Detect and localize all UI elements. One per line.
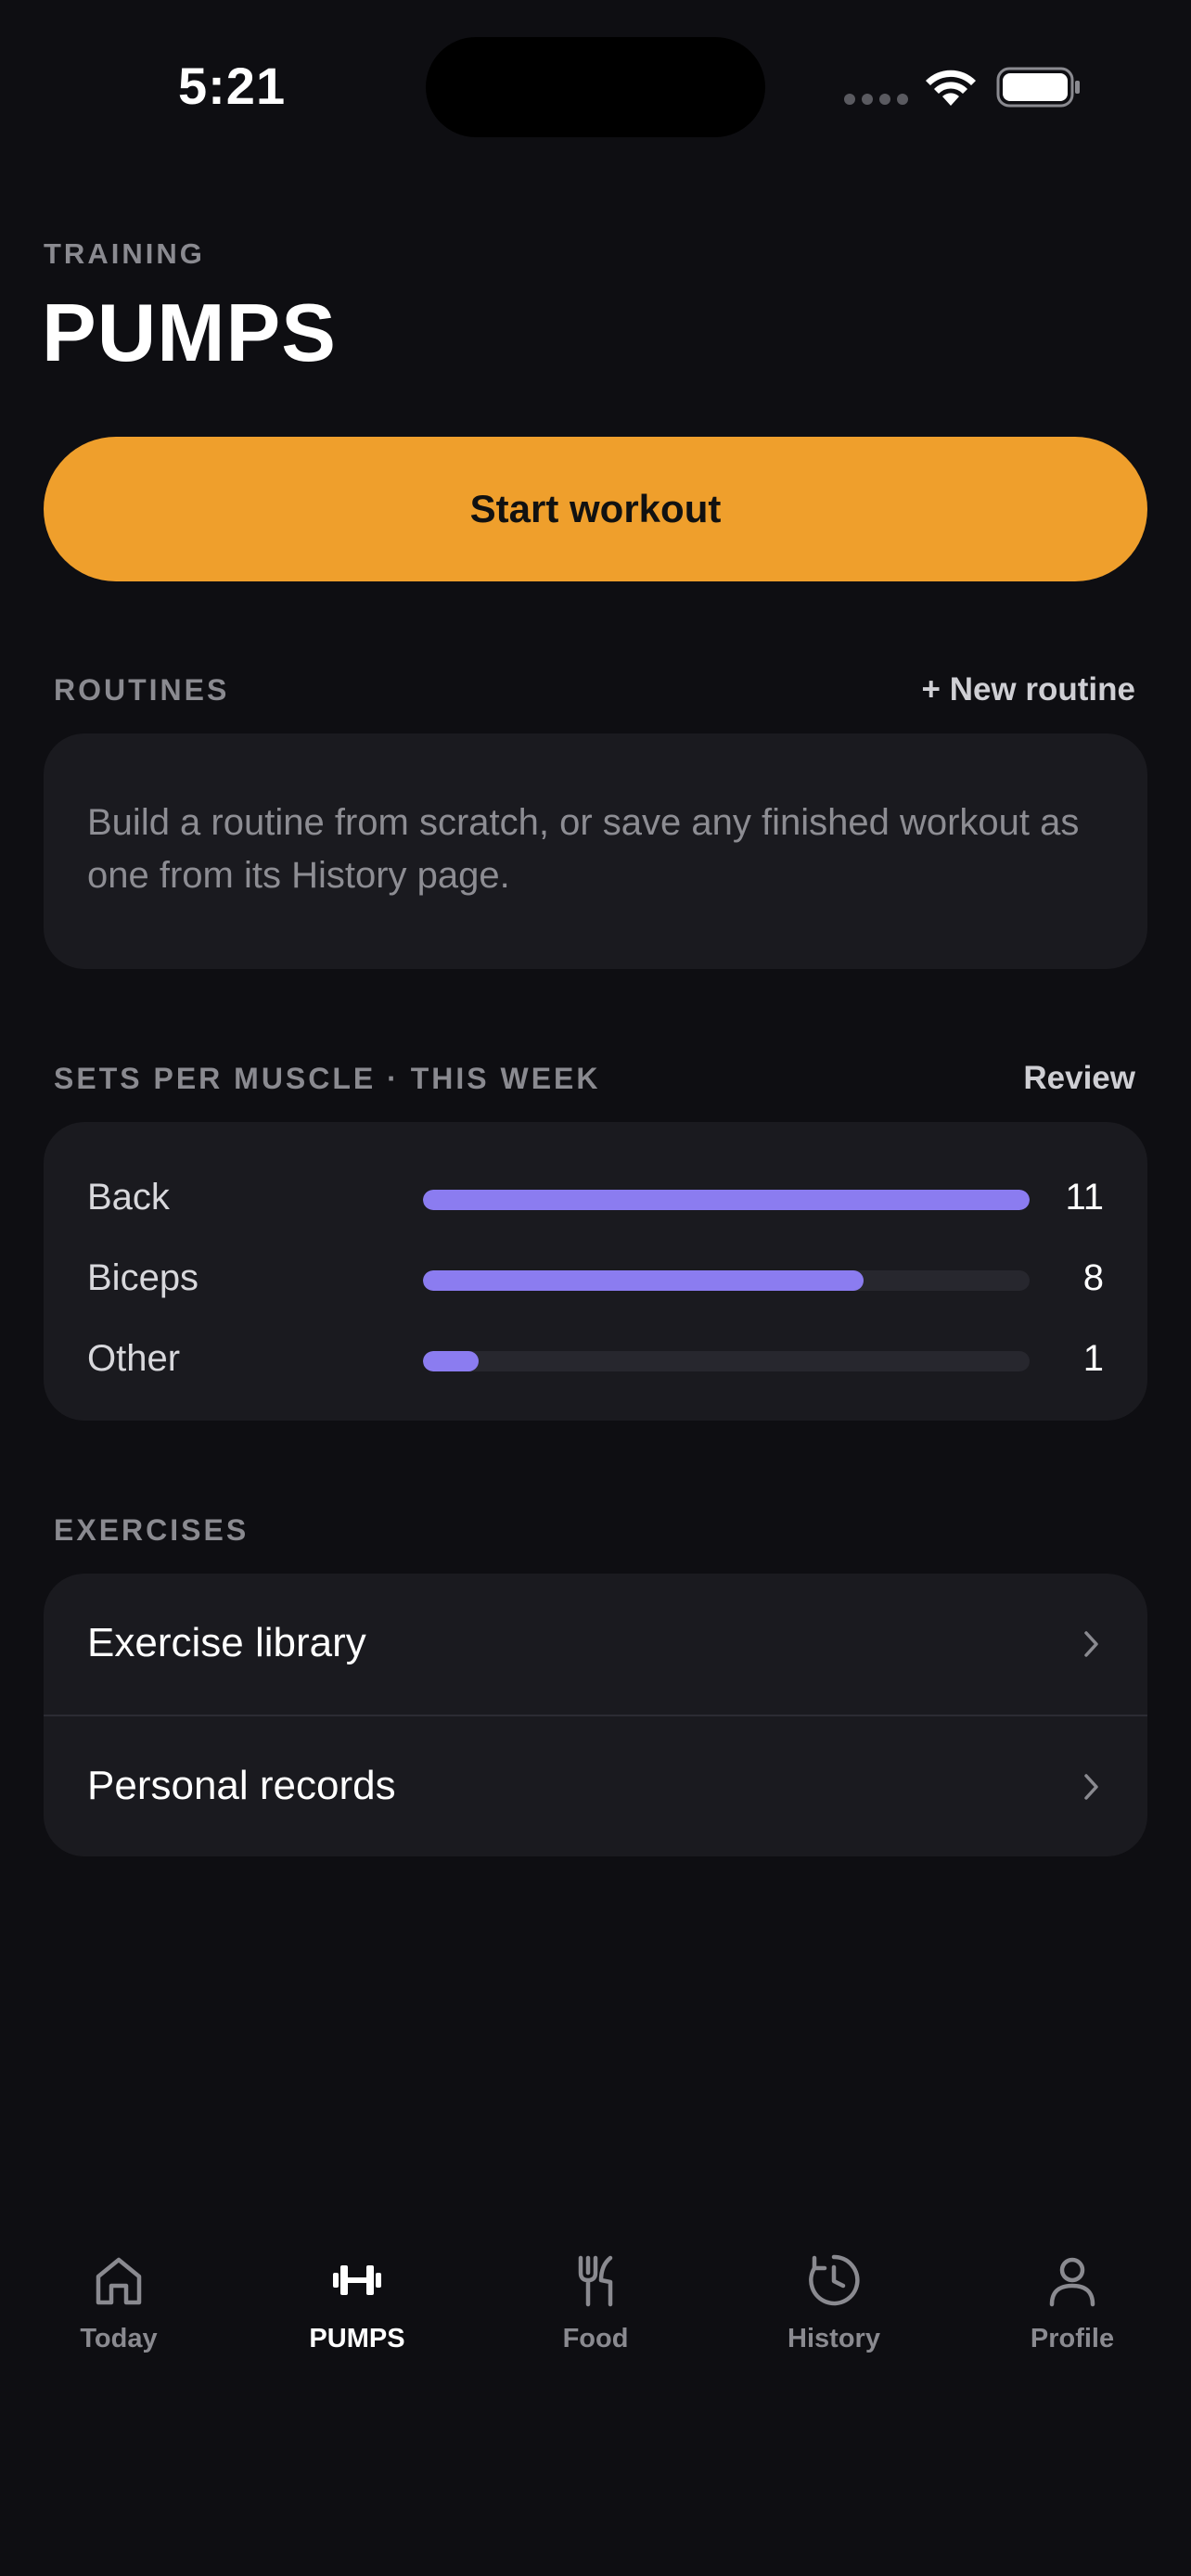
muscle-set-count: 8 [1082, 1257, 1104, 1298]
tab-today[interactable]: Today [0, 2235, 237, 2374]
status-bar: 5:21 [0, 0, 1191, 176]
dynamic-island [426, 37, 765, 137]
muscle-bar-fill [423, 1270, 864, 1291]
exercises-section-header: EXERCISES [54, 1511, 1135, 1549]
muscle-bar-fill [423, 1351, 479, 1371]
muscle-bar-track [423, 1351, 1030, 1371]
new-routine-button[interactable]: + New routine [922, 671, 1135, 708]
cellular-signal-icon [844, 93, 915, 106]
muscle-row-biceps: Biceps 8 [87, 1250, 1104, 1306]
routines-section-label: ROUTINES [54, 672, 230, 707]
tab-pumps[interactable]: PUMPS [238, 2235, 476, 2374]
muscle-bar-track [423, 1270, 1030, 1291]
page-title: PUMPS [42, 287, 337, 378]
dumbbell-icon [333, 2265, 381, 2295]
wifi-icon [926, 70, 976, 106]
page-eyebrow: TRAINING [44, 237, 205, 270]
exercises-section-label: EXERCISES [54, 1512, 250, 1547]
tab-label: History [788, 2324, 880, 2353]
person-icon [1049, 2257, 1095, 2307]
routines-empty-text: Build a routine from scratch, or save an… [87, 802, 1080, 896]
tab-bar: Today PUMPS Food History Profile [0, 2235, 1191, 2383]
tab-label: Food [562, 2324, 629, 2353]
personal-records-row[interactable]: Personal records [44, 1715, 1147, 1856]
tab-food[interactable]: Food [477, 2235, 714, 2374]
routines-section-header: ROUTINES + New routine [54, 671, 1135, 708]
history-icon [809, 2254, 860, 2306]
home-icon [96, 2257, 142, 2305]
sets-per-muscle-section-header: SETS PER MUSCLE · THIS WEEK Review [54, 1060, 1135, 1097]
routines-card: Build a routine from scratch, or save an… [44, 733, 1147, 969]
list-item-label: Personal records [87, 1763, 396, 1808]
muscle-row-other: Other 1 [87, 1331, 1104, 1386]
muscle-bar-track [423, 1190, 1030, 1210]
muscle-bar-fill [423, 1190, 1030, 1210]
muscle-name: Other [87, 1338, 181, 1379]
exercises-card: Exercise library Personal records [44, 1574, 1147, 1856]
muscle-name: Back [87, 1177, 170, 1218]
muscle-name: Biceps [87, 1257, 199, 1298]
tab-profile[interactable]: Profile [954, 2235, 1191, 2374]
status-time: 5:21 [178, 57, 287, 115]
list-item-label: Exercise library [87, 1620, 366, 1665]
tab-label: PUMPS [309, 2324, 405, 2353]
chevron-right-icon [1084, 1631, 1098, 1657]
chevron-right-icon [1084, 1774, 1098, 1800]
tab-label: Today [80, 2324, 158, 2353]
fork-knife-icon [578, 2255, 613, 2307]
exercise-library-row[interactable]: Exercise library [44, 1574, 1147, 1715]
muscle-row-back: Back 11 [87, 1169, 1104, 1225]
battery-icon [996, 67, 1080, 108]
muscle-set-count: 11 [1065, 1177, 1104, 1218]
tab-label: Profile [1030, 2324, 1115, 2353]
review-button[interactable]: Review [1023, 1060, 1135, 1097]
sets-per-muscle-card: Back 11 Biceps 8 Other 1 [44, 1122, 1147, 1421]
tab-history[interactable]: History [715, 2235, 953, 2374]
start-workout-button[interactable]: Start workout [44, 437, 1147, 581]
muscle-set-count: 1 [1082, 1338, 1104, 1379]
sets-per-muscle-section-label: SETS PER MUSCLE · THIS WEEK [54, 1061, 601, 1095]
